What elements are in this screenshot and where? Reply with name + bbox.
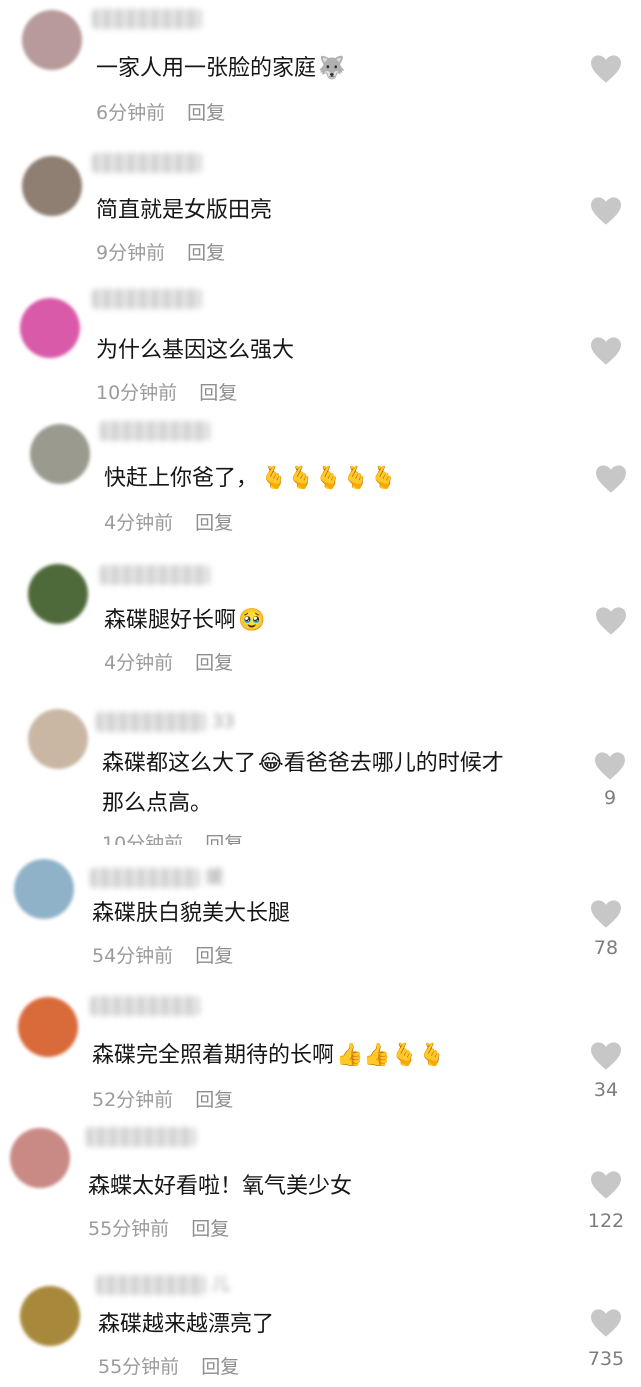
thumbs-up-emojis: 👍👍🫰🫰 [336, 1043, 446, 1068]
comment-text: 森蝶太好看啦！氧气美少女 [88, 1174, 353, 1199]
comment-item: 森蝶太好看啦！氧气美少女 55分钟前 回复 122 [0, 1110, 641, 1250]
heart-icon[interactable] [593, 751, 627, 781]
comment-item: 媛 森碟肤白貌美大长腿 54分钟前 回复 78 [0, 845, 641, 985]
like-count: 9 [603, 787, 617, 809]
avatar[interactable] [14, 859, 74, 919]
reply-button[interactable]: 回复 [195, 945, 233, 967]
username[interactable]: 儿 [96, 1270, 230, 1296]
timestamp: 10分钟前 [96, 382, 178, 404]
comment-item: 为什么基因这么强大 10分钟前 回复 [0, 280, 641, 410]
reply-button[interactable]: 回复 [195, 1089, 233, 1111]
avatar[interactable] [22, 10, 82, 70]
comment-text: 一家人用一张脸的家庭🐺 [96, 56, 346, 81]
avatar[interactable] [22, 156, 82, 216]
comment-text-line2: 那么点高。 [102, 791, 213, 816]
avatar[interactable] [28, 709, 88, 769]
comment-meta: 6分钟前 回复 [96, 98, 225, 125]
reply-button[interactable]: 回复 [187, 242, 225, 264]
reply-button[interactable]: 回复 [187, 102, 225, 124]
comment-item: 森碟完全照着期待的长啊👍👍🫰🫰 52分钟前 回复 34 [0, 985, 641, 1112]
avatar[interactable] [28, 564, 88, 624]
username[interactable] [92, 8, 202, 34]
heart-icon[interactable] [589, 1308, 623, 1338]
comment-item: 简直就是女版田亮 9分钟前 回复 [0, 140, 641, 280]
heart-icon[interactable] [589, 1041, 623, 1071]
laughing-crying-emoji: 😂 [258, 751, 284, 776]
heart-icon[interactable] [589, 1170, 623, 1200]
heart-icon[interactable] [589, 196, 623, 226]
comment-meta: 4分钟前 回复 [104, 648, 233, 675]
comment-item: 儿 森碟越来越漂亮了 55分钟前 回复 735 [0, 1250, 641, 1387]
timestamp: 4分钟前 [104, 512, 174, 534]
heart-icon[interactable] [594, 606, 628, 636]
username[interactable]: 媛 [90, 863, 224, 889]
comment-meta: 54分钟前 回复 [92, 941, 233, 968]
like-count: 34 [593, 1079, 619, 1101]
username[interactable] [92, 288, 202, 314]
timestamp: 52分钟前 [92, 1089, 174, 1111]
reply-button[interactable]: 回复 [195, 512, 233, 534]
comment-meta: 55分钟前 回复 [88, 1214, 229, 1241]
username[interactable] [90, 995, 200, 1021]
comment-meta: 4分钟前 回复 [104, 508, 233, 535]
comment-meta: 10分钟前 回复 [96, 378, 237, 405]
comment-text: 森碟越来越漂亮了 [98, 1312, 275, 1337]
timestamp: 55分钟前 [98, 1356, 180, 1378]
avatar[interactable] [10, 1128, 70, 1188]
reply-button[interactable]: 回复 [199, 382, 237, 404]
username[interactable] [86, 1126, 196, 1152]
username[interactable]: 33 [96, 711, 235, 737]
comment-text: 森碟完全照着期待的长啊👍👍🫰🫰 [92, 1043, 446, 1068]
avatar[interactable] [20, 298, 80, 358]
like-count: 122 [587, 1210, 625, 1232]
comment-meta: 10分钟前 回复 [102, 829, 243, 845]
username[interactable] [100, 420, 210, 446]
comment-meta: 9分钟前 回复 [96, 238, 225, 265]
comment-item: 快赶上你爸了，🫰🫰🫰🫰🫰 4分钟前 回复 [0, 410, 641, 550]
comment-text: 简直就是女版田亮 [96, 198, 273, 223]
heart-icon[interactable] [589, 336, 623, 366]
comment-meta: 55分钟前 回复 [98, 1352, 239, 1379]
comment-item: 森碟腿好长啊🥹 4分钟前 回复 [0, 550, 641, 695]
timestamp: 6分钟前 [96, 102, 166, 124]
avatar[interactable] [20, 1286, 80, 1346]
reply-button[interactable]: 回复 [201, 1356, 239, 1378]
timestamp: 9分钟前 [96, 242, 166, 264]
timestamp: 54分钟前 [92, 945, 174, 967]
comment-text: 森碟都这么大了😂看爸爸去哪儿的时候才 [102, 751, 504, 776]
comment-item: 一家人用一张脸的家庭🐺 6分钟前 回复 [0, 0, 641, 140]
reply-button[interactable]: 回复 [191, 1218, 229, 1240]
heart-icon[interactable] [589, 54, 623, 84]
comment-meta: 52分钟前 回复 [92, 1085, 233, 1112]
reply-button[interactable]: 回复 [195, 652, 233, 674]
like-count: 78 [593, 937, 619, 959]
timestamp: 55分钟前 [88, 1218, 170, 1240]
comment-text: 森碟肤白貌美大长腿 [92, 901, 291, 926]
avatar[interactable] [18, 997, 78, 1057]
pleading-face-emoji: 🥹 [238, 608, 266, 633]
timestamp: 10分钟前 [102, 833, 184, 845]
finger-heart-emojis: 🫰🫰🫰🫰🫰 [260, 466, 397, 491]
username[interactable] [100, 564, 210, 590]
heart-icon[interactable] [589, 899, 623, 929]
wolf-emoji: 🐺 [318, 56, 346, 81]
comment-item: 33 森碟都这么大了😂看爸爸去哪儿的时候才 那么点高。 10分钟前 回复 9 [0, 695, 641, 845]
avatar[interactable] [30, 424, 90, 484]
comment-text: 快赶上你爸了，🫰🫰🫰🫰🫰 [104, 466, 397, 491]
timestamp: 4分钟前 [104, 652, 174, 674]
reply-button[interactable]: 回复 [205, 833, 243, 845]
comment-text: 森碟腿好长啊🥹 [104, 608, 266, 633]
like-count: 735 [587, 1348, 625, 1370]
username[interactable] [92, 152, 202, 178]
comment-text: 为什么基因这么强大 [96, 338, 295, 363]
heart-icon[interactable] [594, 464, 628, 494]
